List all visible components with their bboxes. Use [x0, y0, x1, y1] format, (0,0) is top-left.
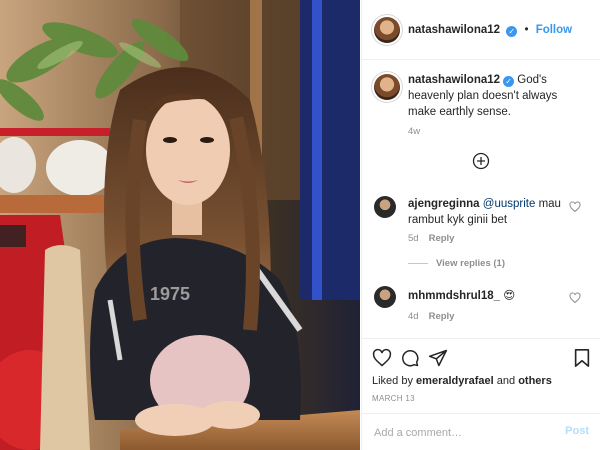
- comment-meta: 5d Reply: [408, 233, 454, 244]
- add-comment-input[interactable]: [372, 423, 556, 443]
- author-avatar[interactable]: [374, 17, 400, 43]
- comment-like-heart-icon[interactable]: [569, 201, 581, 213]
- share-icon[interactable]: [428, 348, 448, 368]
- author-username[interactable]: natashawilona12: [408, 24, 500, 36]
- comment-body: ajengreginna @uusprite mau rambut kyk gi…: [408, 196, 578, 228]
- reply-button[interactable]: Reply: [429, 311, 455, 322]
- likes-user[interactable]: emeraldyrafael: [416, 375, 494, 387]
- follow-button[interactable]: Follow: [536, 24, 572, 36]
- caption-avatar[interactable]: [374, 74, 400, 100]
- caption-time[interactable]: 4w: [408, 126, 420, 137]
- comment-body: mhmmdshrul18_ 😍: [408, 288, 578, 304]
- comment-username[interactable]: mhmmdshrul18_: [408, 290, 500, 302]
- svg-text:1975: 1975: [150, 284, 190, 304]
- action-bar: Liked by emeraldyrafael and others MARCH…: [362, 338, 600, 414]
- heart-icon[interactable]: [372, 348, 392, 368]
- post-header: natashawilona12 ✓ • Follow: [362, 0, 600, 60]
- caption-username[interactable]: natashawilona12: [408, 74, 500, 86]
- bookmark-icon[interactable]: [573, 348, 591, 368]
- commenter-avatar[interactable]: [374, 286, 396, 308]
- likes-others[interactable]: others: [518, 375, 552, 387]
- comment-mention[interactable]: @uusprite: [483, 198, 536, 210]
- view-replies-label: View replies (1): [436, 258, 505, 269]
- likes-conj: and: [496, 375, 516, 387]
- post-image: 1975: [0, 0, 360, 450]
- commenter-avatar[interactable]: [374, 196, 396, 218]
- view-replies-button[interactable]: View replies (1): [408, 258, 505, 269]
- likes-prefix: Liked by: [372, 375, 413, 387]
- comment-time[interactable]: 5d: [408, 233, 419, 244]
- separator-dot: •: [524, 24, 529, 36]
- verified-badge-icon: ✓: [503, 76, 515, 87]
- post-comment-button[interactable]: Post: [565, 425, 589, 437]
- comment-meta: 4d Reply: [408, 311, 454, 322]
- comment-text: 😍: [503, 290, 516, 302]
- verified-badge-icon: ✓: [506, 26, 518, 37]
- instagram-post: 1975 natashawilona12 ✓ • Follow natashaw…: [0, 0, 600, 450]
- post-date[interactable]: MARCH 13: [372, 394, 415, 403]
- author-line: natashawilona12 ✓ • Follow: [408, 24, 572, 37]
- post-photo[interactable]: 1975: [0, 0, 360, 450]
- post-sidebar: natashawilona12 ✓ • Follow natashawilona…: [361, 0, 600, 450]
- caption-body: natashawilona12 ✓ God's heavenly plan doe…: [408, 72, 588, 120]
- comment-time[interactable]: 4d: [408, 311, 419, 322]
- comment-username[interactable]: ajengreginna: [408, 198, 480, 210]
- comment-like-heart-icon[interactable]: [569, 292, 581, 304]
- likes-line: Liked by emeraldyrafael and others: [372, 375, 552, 387]
- reply-button[interactable]: Reply: [429, 233, 455, 244]
- comment-icon[interactable]: [400, 348, 420, 368]
- add-comment-bar: Post: [362, 413, 600, 450]
- plus-circle-icon[interactable]: [472, 152, 490, 170]
- replies-divider: [408, 262, 428, 264]
